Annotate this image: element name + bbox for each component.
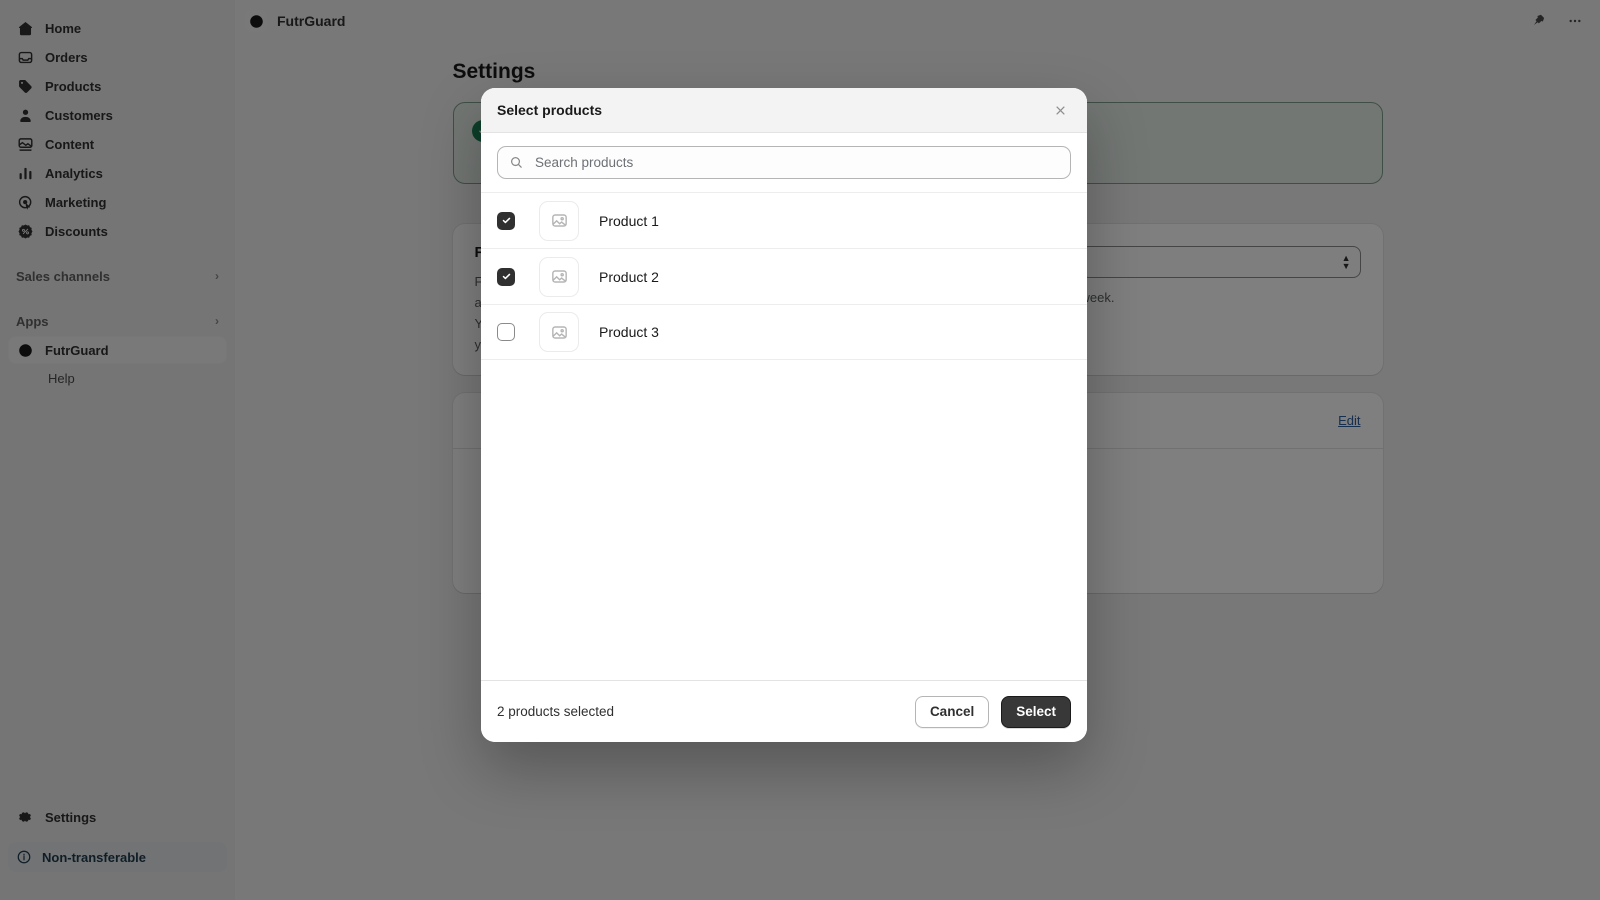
image-placeholder-icon: [539, 200, 579, 241]
product-name: Product 3: [599, 324, 659, 340]
product-row[interactable]: Product 1: [481, 192, 1087, 248]
search-area: [481, 133, 1087, 192]
product-checkbox[interactable]: [497, 267, 515, 286]
product-list[interactable]: Product 1 Product 2 Product 3: [481, 192, 1087, 680]
product-row[interactable]: Product 2: [481, 248, 1087, 304]
product-row[interactable]: Product 3: [481, 304, 1087, 360]
select-button[interactable]: Select: [1001, 695, 1071, 728]
product-checkbox[interactable]: [497, 211, 515, 230]
close-icon[interactable]: [1047, 97, 1073, 123]
cancel-button[interactable]: Cancel: [914, 695, 990, 728]
search-box[interactable]: [497, 146, 1071, 179]
modal-title: Select products: [497, 102, 603, 118]
image-placeholder-icon: [539, 312, 579, 352]
search-icon: [509, 155, 524, 170]
product-checkbox[interactable]: [497, 323, 515, 341]
product-name: Product 2: [599, 268, 659, 285]
modal-footer: 2 products selected Cancel Select: [481, 680, 1087, 742]
product-name: Product 1: [599, 212, 659, 229]
select-products-modal: Select products Product 1: [481, 88, 1087, 742]
search-input[interactable]: [533, 154, 1059, 171]
image-placeholder-icon: [539, 256, 579, 297]
selected-count-label: 2 products selected: [497, 704, 615, 719]
modal-header: Select products: [481, 88, 1087, 133]
